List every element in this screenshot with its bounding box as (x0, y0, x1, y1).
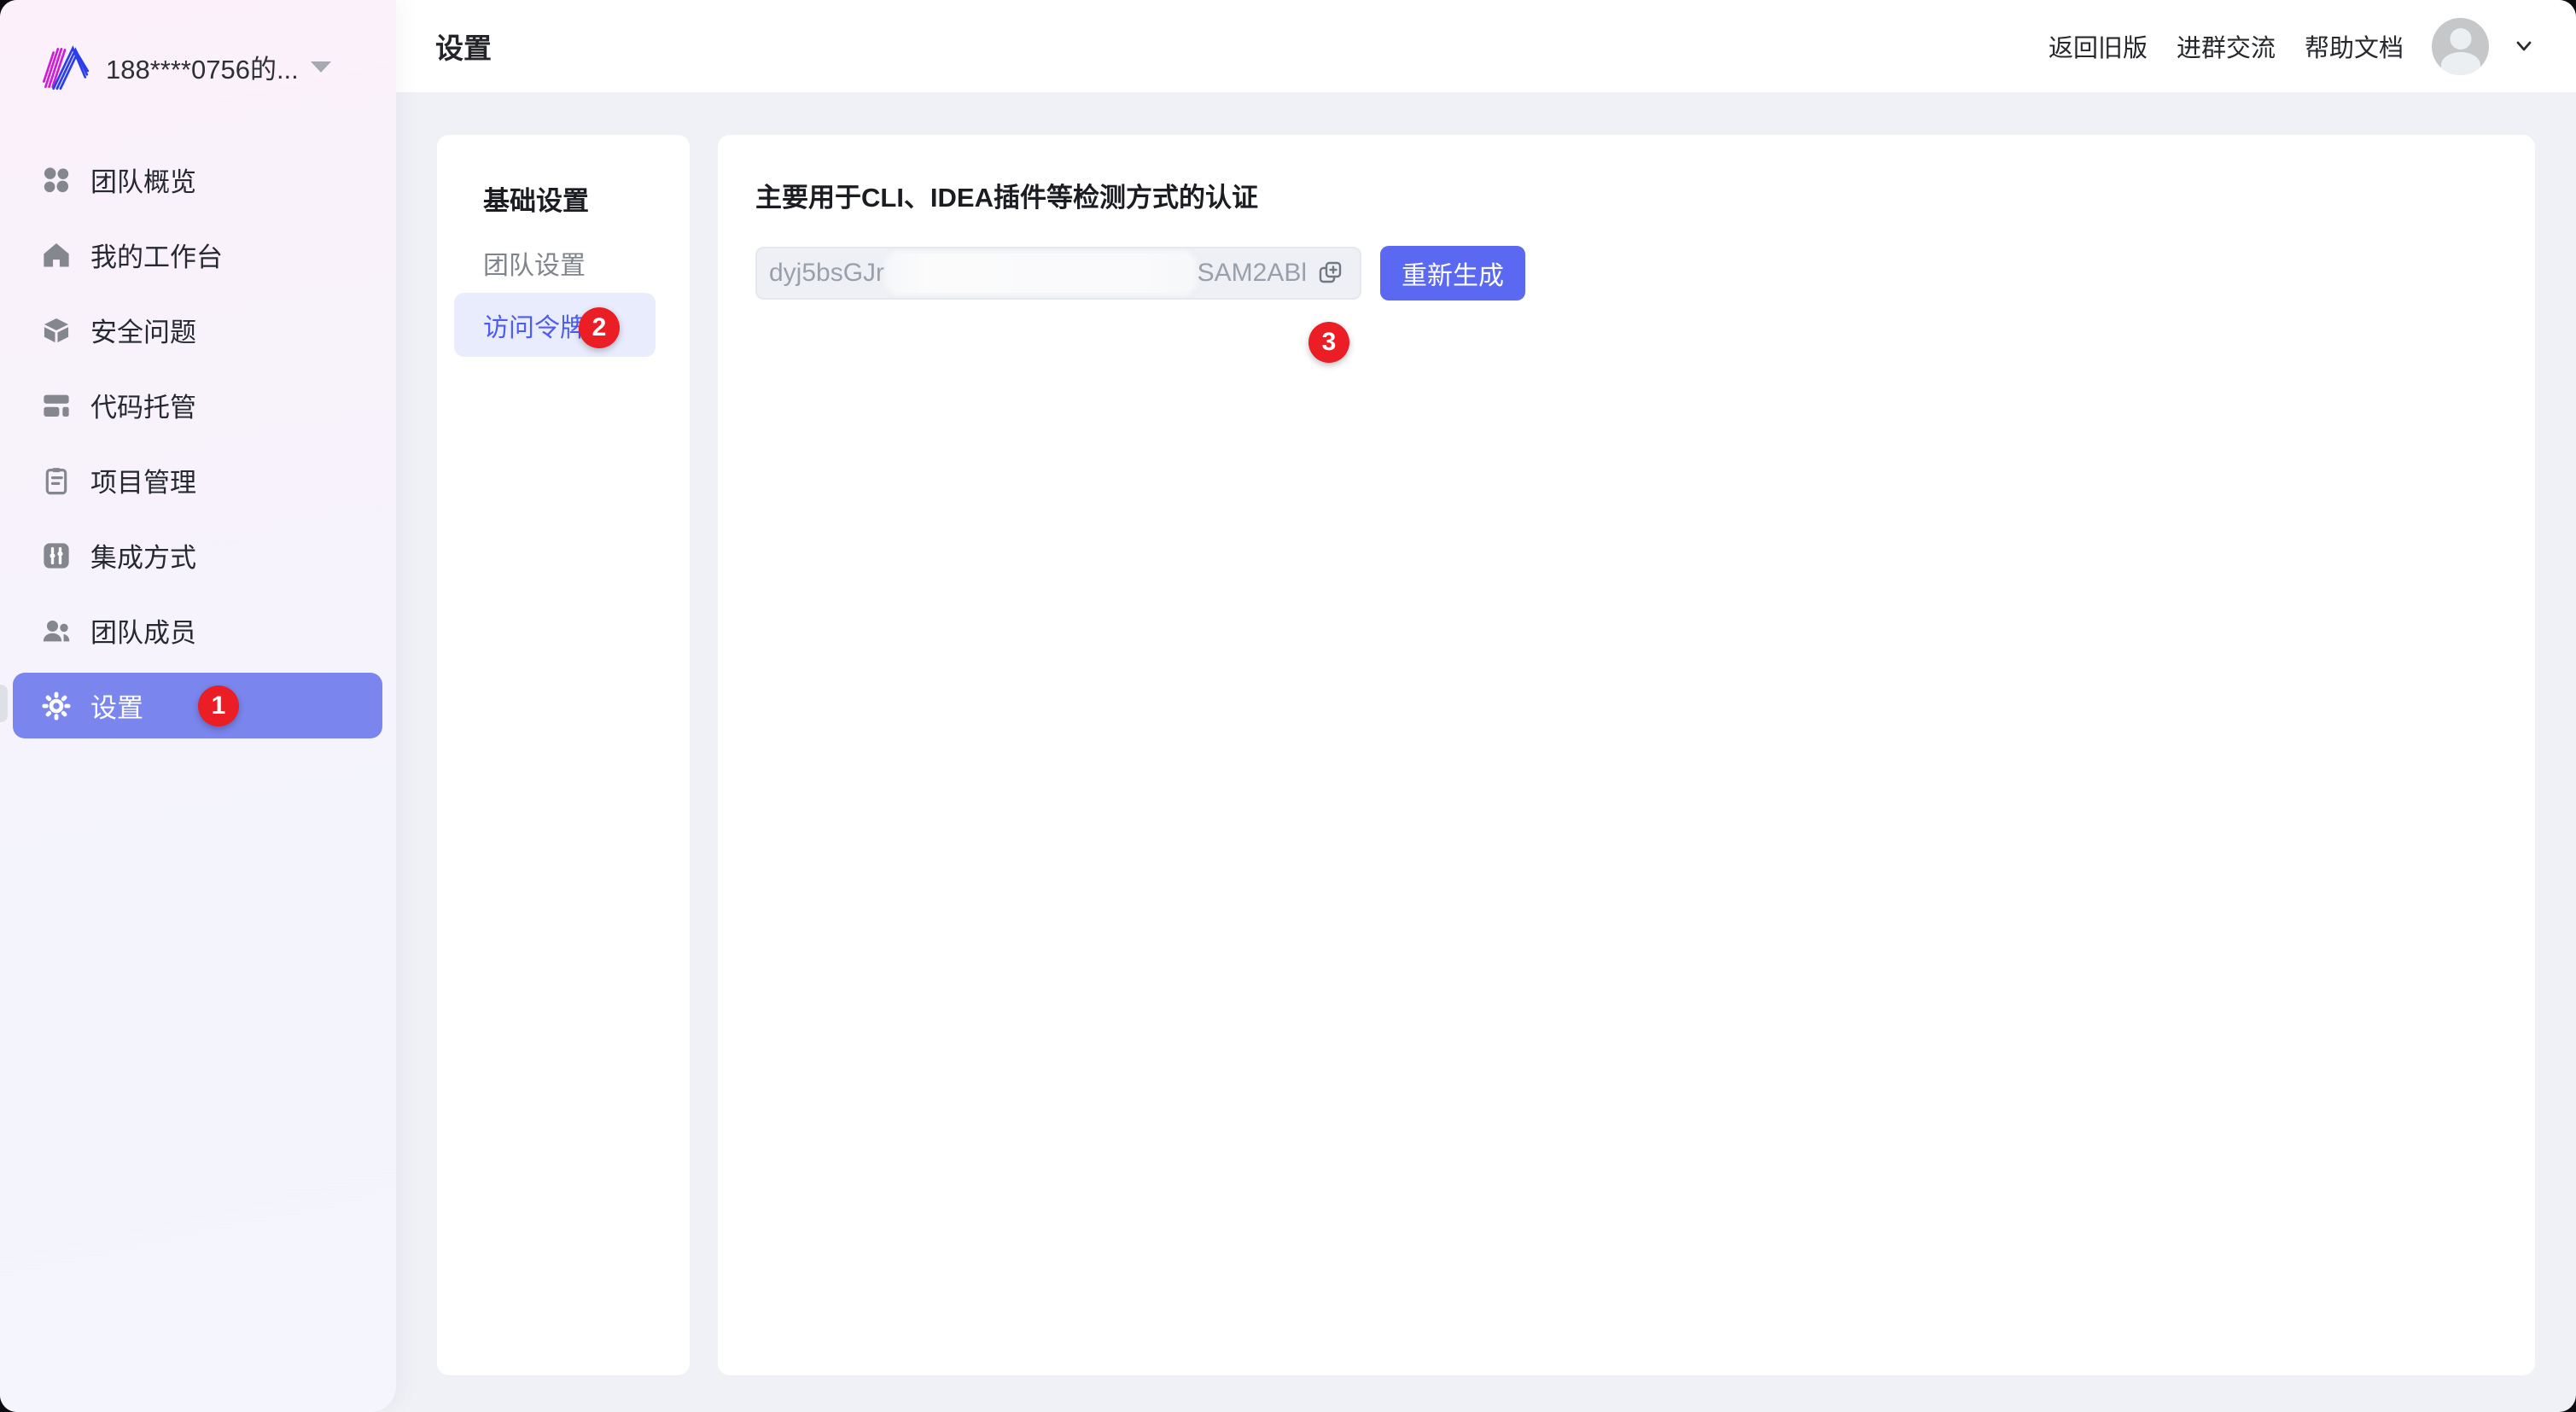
sidebar-item-label: 团队概览 (90, 160, 196, 199)
sidebar-nav: 团队概览 我的工作台 安全问题 代码托管 (13, 147, 382, 748)
token-prefix-text: dyj5bsGJr (769, 259, 884, 288)
sidebar-item-label: 代码托管 (90, 386, 196, 424)
annotation-badge-1: 1 (198, 686, 239, 726)
team-members-icon (41, 616, 72, 646)
sidebar-item-integration[interactable]: 集成方式 (13, 522, 382, 588)
page-title: 设置 (435, 26, 492, 67)
sidebar-item-label: 安全问题 (90, 311, 196, 349)
chevron-down-icon[interactable] (2511, 33, 2537, 59)
sidebar-edge-handle[interactable] (0, 685, 8, 722)
app-window: 188****0756的... 团队概览 我的工作台 安全问题 (0, 0, 2576, 1412)
copy-token-icon[interactable] (1315, 258, 1346, 289)
settings-section-title: 基础设置 (483, 179, 589, 218)
top-header: 设置 返回旧版 进群交流 帮助文档 (396, 0, 2576, 92)
token-blurred-section (888, 254, 1194, 293)
settings-nav-panel: 基础设置 团队设置 访问令牌 2 (437, 135, 690, 1375)
sidebar-item-team-overview[interactable]: 团队概览 (13, 147, 382, 213)
integration-icon (41, 540, 72, 571)
sidebar-item-label: 我的工作台 (90, 236, 223, 274)
regenerate-token-button[interactable]: 重新生成 (1380, 246, 1525, 300)
sidebar-item-project-management[interactable]: 项目管理 (13, 447, 382, 513)
token-usage-heading: 主要用于CLI、IDEA插件等检测方式的认证 (755, 176, 1258, 214)
settings-nav-item-team-settings[interactable]: 团队设置 (483, 244, 586, 282)
account-switcher[interactable]: 188****0756的... (34, 38, 376, 96)
sidebar-item-label: 设置 (90, 686, 143, 725)
access-token-field[interactable]: dyj5bsGJr SAM2ABl (755, 247, 1361, 300)
sidebar-item-label: 项目管理 (90, 461, 196, 499)
sidebar-item-workbench[interactable]: 我的工作台 (13, 222, 382, 288)
account-name: 188****0756的... (106, 48, 299, 86)
settings-nav-item-access-token[interactable]: 访问令牌 (454, 293, 656, 357)
team-overview-icon (41, 165, 72, 195)
caret-down-icon (311, 61, 331, 73)
token-suffix-text: SAM2ABl (1198, 259, 1307, 288)
code-hosting-icon (41, 390, 72, 421)
sidebar-item-label: 团队成员 (90, 611, 196, 650)
link-back-to-old-version[interactable]: 返回旧版 (2049, 28, 2148, 64)
access-token-panel: 主要用于CLI、IDEA插件等检测方式的认证 dyj5bsGJr SAM2ABl… (718, 135, 2535, 1375)
sidebar-item-team-members[interactable]: 团队成员 (13, 598, 382, 663)
security-issues-icon (41, 315, 72, 346)
sidebar-item-settings[interactable]: 设置 1 (13, 673, 382, 738)
sidebar-item-security-issues[interactable]: 安全问题 (13, 297, 382, 363)
settings-nav-item-label: 访问令牌 (483, 306, 586, 344)
app-logo-icon (34, 38, 92, 96)
sidebar: 188****0756的... 团队概览 我的工作台 安全问题 (0, 0, 396, 1412)
settings-gear-icon (41, 691, 72, 721)
workbench-icon (41, 240, 72, 271)
token-row: dyj5bsGJr SAM2ABl 重新生成 (755, 246, 1525, 300)
sidebar-item-label: 集成方式 (90, 536, 196, 575)
link-help-docs[interactable]: 帮助文档 (2305, 28, 2404, 64)
project-management-icon (41, 465, 72, 496)
annotation-badge-2: 2 (579, 307, 620, 348)
user-avatar[interactable] (2432, 18, 2489, 75)
header-actions: 返回旧版 进群交流 帮助文档 (2049, 0, 2537, 92)
annotation-badge-3: 3 (1308, 322, 1349, 363)
sidebar-item-code-hosting[interactable]: 代码托管 (13, 372, 382, 438)
link-join-group-chat[interactable]: 进群交流 (2177, 28, 2276, 64)
